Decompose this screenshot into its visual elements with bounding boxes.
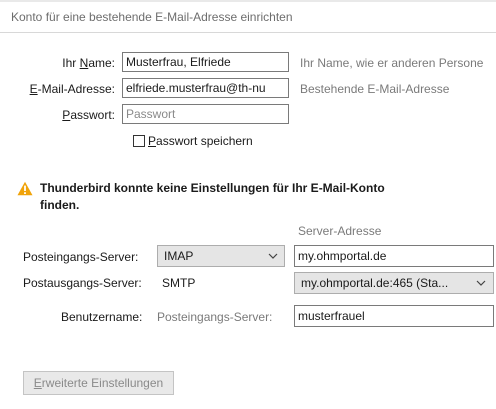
incoming-server-label: Posteingangs-Server: [23,250,139,264]
window-top-edge [0,0,496,2]
outgoing-server-value: my.ohmportal.de:465 (Sta... [301,276,449,290]
outgoing-server-select[interactable]: my.ohmportal.de:465 (Sta... [294,272,494,294]
remember-password-checkbox[interactable] [133,135,145,147]
warning-triangle-icon [17,181,33,196]
incoming-server-input[interactable]: my.ohmportal.de [294,245,494,267]
warning-message: Thunderbird konnte keine Einstellungen f… [40,180,385,214]
name-input[interactable]: Musterfrau, Elfriede [122,52,289,72]
warning-line-1: Thunderbird konnte keine Einstellungen f… [40,181,385,195]
remember-password-label[interactable]: Passwort speichern [148,134,253,148]
outgoing-protocol-value: SMTP [162,276,196,290]
username-sublabel: Posteingangs-Server: [157,310,273,324]
incoming-protocol-select[interactable]: IMAP [157,245,285,267]
name-label: Ihr Name: [62,56,115,70]
advanced-settings-button[interactable]: Erweiterte Einstellungen [23,371,174,395]
email-hint: Bestehende E-Mail-Adresse [300,82,450,96]
email-label: E-Mail-Adresse: [29,82,115,96]
password-label: Passwort: [62,108,115,122]
password-input[interactable]: Passwort [122,104,289,124]
warning-line-2: finden. [40,198,80,212]
chevron-down-icon [476,280,486,286]
dialog-title: Konto für eine bestehende E-Mail-Adresse… [11,10,293,24]
username-input[interactable]: musterfrauel [294,305,494,327]
incoming-protocol-value: IMAP [164,249,194,263]
title-divider [0,32,496,33]
outgoing-server-label: Postausgangs-Server: [23,276,142,290]
email-input[interactable]: elfriede.musterfrau@th-nu [122,78,289,98]
name-hint: Ihr Name, wie er anderen Persone [300,56,484,70]
username-label: Benutzername: [61,310,143,324]
server-address-header: Server-Adresse [298,224,382,238]
chevron-down-icon [268,253,278,259]
